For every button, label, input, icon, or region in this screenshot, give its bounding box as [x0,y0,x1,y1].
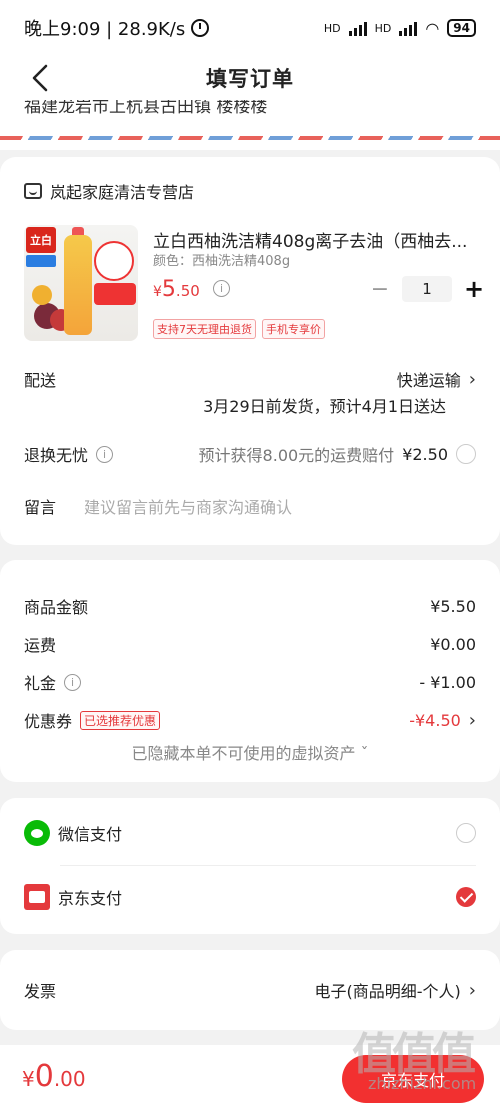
status-bar: 晚上9:09 | 28.9K/s HD HD ◠ 94 [0,0,500,56]
jd-pay-icon [24,884,50,910]
delivery-eta: 3月29日前发货，预计4月1日送达 [203,397,446,416]
delivery-method: 快递运输 › [397,367,476,391]
alarm-icon [191,19,210,37]
gift-money-label: 礼金 [24,674,57,693]
return-radio[interactable] [456,444,476,464]
promo-badge [94,241,134,281]
wechat-pay-option[interactable]: 微信支付 [24,820,476,846]
total-currency: ¥ [22,1067,35,1091]
chevron-right-icon: › [468,368,476,390]
invoice-card: 发票 电子(商品明细-个人) › [0,950,500,1030]
hd-label-2: HD [374,21,392,35]
battery-icon: 94 [447,19,476,37]
status-time-speed: 晚上9:09 | 28.9K/s [24,19,186,40]
fruit-decor [32,285,52,305]
wechat-pay-radio[interactable] [456,823,476,843]
page-title: 填写订单 [206,67,294,91]
wifi-icon: ◠ [425,18,440,38]
quantity-value[interactable]: 1 [402,276,452,302]
delivery-row[interactable]: 配送 快递运输 › [24,367,476,391]
shipping-row: 运费 ¥0.00 [24,632,476,656]
tag-return-policy: 支持7天无理由退货 [153,319,256,339]
chevron-right-icon: › [468,709,476,731]
price-info-icon[interactable]: i [213,280,230,297]
signal-icon [348,20,367,36]
chevron-right-icon: › [468,979,476,1001]
promo-label [94,283,136,305]
bottle [64,235,92,335]
signal-icon-2 [399,20,418,36]
shop-icon [24,183,42,199]
food-grade-badge [26,255,56,267]
coupon-label: 优惠券 [24,712,73,731]
info-icon[interactable]: i [64,673,82,691]
address-text: 福建龙岩市上杭县古田镇 楼楼楼 [24,100,268,117]
coupon-tag: 已选推荐优惠 [80,710,161,730]
total-decimal: .00 [53,1067,86,1091]
quantity-stepper: − 1 + [370,275,484,303]
gift-money-value: - ¥1.00 [419,672,476,692]
product-tags: 支持7天无理由退货 手机专享价 [153,319,325,339]
product-spec: 颜色：西柚洗洁精408g [153,254,291,269]
wechat-pay-label: 微信支付 [58,825,123,844]
order-total: ¥ 0 .00 [22,1059,86,1094]
goods-amount-value: ¥5.50 [430,596,476,616]
coupon-value: -¥4.50 [409,710,461,730]
message-input[interactable]: 建议留言前先与商家沟通确认 [84,494,292,518]
message-label: 留言 [24,498,57,517]
invoice-label: 发票 [24,982,57,1001]
product-title[interactable]: 立白西柚洗洁精408g离子去油（西柚去... [153,227,471,252]
price-summary-card: 商品金额 ¥5.50 运费 ¥0.00 礼金 i - ¥1.00 优惠券 已选推… [0,560,500,782]
product-price: ¥ 5 .50 [153,277,200,302]
price-integer: 5 [161,277,176,302]
chevron-left-icon [32,64,48,92]
payment-card: 微信支付 京东支付 [0,798,500,934]
shipping-value: ¥0.00 [430,634,476,654]
address-section[interactable]: 福建龙岩市上杭县古田镇 楼楼楼 [0,100,500,150]
message-row: 留言 建议留言前先与商家沟通确认 [24,494,476,518]
return-price: ¥2.50 [402,444,448,464]
shop-header[interactable]: 岚起家庭清洁专营店 [24,179,194,203]
order-card: 岚起家庭清洁专营店 立白 立白西柚洗洁精408g离子去油（西柚去... 颜色：西… [0,157,500,545]
product-image[interactable]: 立白 [24,225,138,341]
hd-label-1: HD [323,21,341,35]
return-desc: 预计获得8.00元的运费赔付 [198,446,395,465]
invoice-value: 电子(商品明细-个人) [314,982,461,1001]
nav-bar: 填写订单 [0,56,500,100]
invoice-row[interactable]: 发票 电子(商品明细-个人) › [24,978,476,1002]
airmail-border [0,136,500,140]
coupon-row[interactable]: 优惠券 已选推荐优惠 -¥4.50 › [24,708,476,732]
brand-logo: 立白 [26,227,56,253]
divider [60,865,476,866]
increase-button[interactable]: + [464,275,484,303]
decrease-button[interactable]: − [370,277,390,302]
jd-pay-option[interactable]: 京东支付 [24,884,476,910]
jd-pay-radio[interactable] [456,887,476,907]
back-button[interactable] [22,60,58,96]
total-integer: 0 [34,1059,54,1094]
wechat-pay-icon [24,820,50,846]
return-worry-free-row[interactable]: 退换无忧 i 预计获得8.00元的运费赔付 ¥2.50 [24,442,476,466]
goods-amount-label: 商品金额 [24,598,89,617]
goods-amount-row: 商品金额 ¥5.50 [24,594,476,618]
coupon-value-wrap: -¥4.50 › [409,710,476,731]
tag-mobile-price: 手机专享价 [262,319,325,339]
hidden-assets-toggle[interactable]: 已隐藏本单不可使用的虚拟资产 ˇ [0,740,500,764]
submit-pay-button[interactable]: 京东支付 [342,1055,484,1103]
gift-money-row: 礼金 i - ¥1.00 [24,670,476,694]
shop-name: 岚起家庭清洁专营店 [50,183,195,202]
delivery-method-text: 快递运输 [396,371,461,390]
price-currency: ¥ [153,284,162,300]
price-decimal: .50 [175,282,200,300]
return-value: 预计获得8.00元的运费赔付 ¥2.50 [199,442,476,466]
jd-pay-label: 京东支付 [58,889,123,908]
invoice-value-wrap: 电子(商品明细-个人) › [315,978,476,1002]
shipping-label: 运费 [24,636,57,655]
delivery-label: 配送 [24,371,57,390]
info-icon[interactable]: i [96,445,114,463]
bottom-bar: ¥ 0 .00 京东支付 [0,1045,500,1111]
return-label: 退换无忧 [24,446,89,465]
